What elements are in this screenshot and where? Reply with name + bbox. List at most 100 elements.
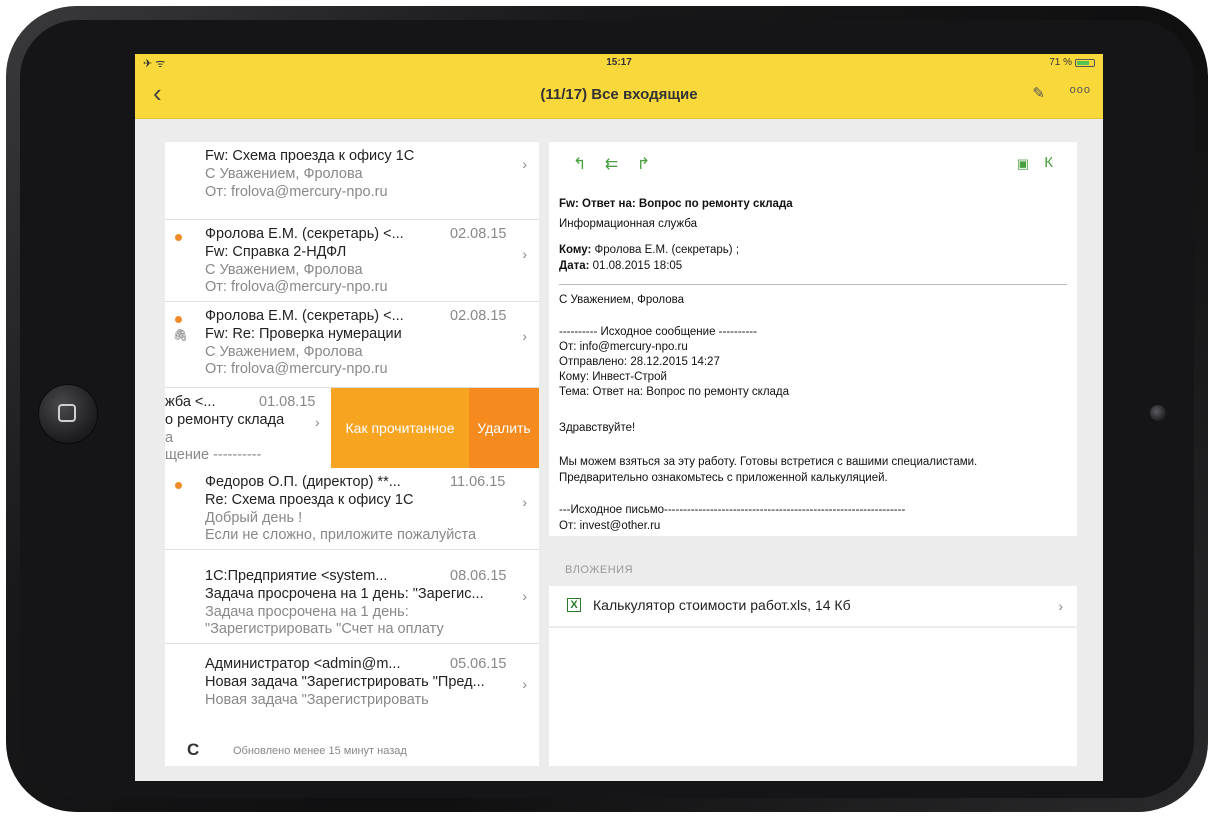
mail-preview: От: frolova@mercury-npo.ru bbox=[205, 361, 388, 377]
folder-icon[interactable]: ▣ bbox=[1017, 156, 1029, 172]
message-body-line: ---------- Исходное сообщение ---------- bbox=[559, 326, 757, 338]
mail-item-swiped[interactable]: жба <... 01.08.15 о ремонту склада а щен… bbox=[165, 388, 539, 469]
mail-item-6[interactable]: 1С:Предприятие <system... 08.06.15 Задач… bbox=[165, 562, 539, 644]
mail-subject: Новая задача "Зарегистрировать "Пред... bbox=[205, 674, 485, 690]
mail-preview: С Уважением, Фролова bbox=[205, 262, 363, 278]
k-icon[interactable]: К bbox=[1044, 154, 1053, 171]
forward-icon[interactable]: ↱ bbox=[637, 156, 650, 173]
mail-preview: С Уважением, Фролова bbox=[205, 344, 363, 360]
message-body-line: ---Исходное письмо----------------------… bbox=[559, 504, 906, 516]
nav-bar: ‹ (11/17) Все входящие ✎ ooo bbox=[135, 72, 1103, 119]
date-value: 01.08.2015 18:05 bbox=[592, 260, 683, 272]
mail-from: Фролова Е.М. (секретарь) <... bbox=[205, 226, 404, 242]
to-label: Кому: bbox=[559, 244, 592, 256]
mail-from: Фролова Е.М. (секретарь) <... bbox=[205, 308, 404, 324]
unread-dot-icon bbox=[175, 482, 182, 489]
delete-button[interactable]: Удалить bbox=[469, 388, 539, 468]
refresh-status: Обновлено менее 15 минут назад bbox=[233, 745, 407, 757]
refresh-icon[interactable]: C bbox=[187, 740, 199, 760]
message-to: Кому: Фролова Е.М. (секретарь) ; bbox=[559, 244, 739, 256]
chevron-right-icon: › bbox=[522, 156, 527, 172]
reply-icon[interactable]: ↰ bbox=[573, 156, 586, 173]
message-body-line: Здравствуйте! bbox=[559, 422, 636, 434]
mail-item-7[interactable]: Администратор <admin@m... 05.06.15 Новая… bbox=[165, 650, 539, 732]
message-body-line: От: invest@other.ru bbox=[559, 520, 661, 532]
mark-read-button[interactable]: Как прочитанное bbox=[331, 388, 469, 468]
reply-all-icon[interactable]: ⇇ bbox=[605, 156, 618, 173]
mail-date: 02.08.15 bbox=[450, 226, 507, 242]
message-body-line: Кому: Инвест-Строй bbox=[559, 371, 667, 383]
mail-date: 08.06.15 bbox=[450, 568, 507, 584]
unread-dot-icon bbox=[175, 234, 182, 241]
mail-preview: От: frolova@mercury-npo.ru bbox=[205, 279, 388, 295]
message-body-line: Мы можем взяться за эту работу. Готовы в… bbox=[559, 456, 978, 468]
excel-file-icon: X bbox=[567, 598, 581, 612]
battery-icon bbox=[1075, 58, 1095, 67]
mail-list: Fw: Схема проезда к офису 1С С Уважением… bbox=[165, 142, 539, 766]
mail-subject: Задача просрочена на 1 день: "Зарегис... bbox=[205, 586, 484, 602]
status-bar: ✈ ᯤ 15:17 71 % bbox=[135, 54, 1103, 72]
mail-preview: а bbox=[165, 430, 174, 446]
battery-percent: 71 % bbox=[1049, 57, 1072, 68]
mail-date: 01.08.15 bbox=[259, 394, 316, 410]
mail-preview: Добрый день ! bbox=[205, 510, 303, 526]
mail-date: 02.08.15 bbox=[450, 308, 507, 324]
mail-preview: "Зарегистрировать "Счет на оплату bbox=[205, 621, 444, 637]
mail-item-5[interactable]: Федоров О.П. (директор) **... 11.06.15 R… bbox=[165, 468, 539, 550]
mail-preview: От: frolova@mercury-npo.ru bbox=[205, 184, 388, 200]
message-sender: Информационная служба bbox=[559, 218, 697, 230]
chevron-right-icon: › bbox=[522, 676, 527, 692]
mail-preview: щение ---------- bbox=[165, 447, 262, 463]
mail-date: 11.06.15 bbox=[450, 474, 506, 490]
attachment-item[interactable]: X Калькулятор стоимости работ.xls, 14 Кб… bbox=[549, 586, 1077, 626]
home-square-icon bbox=[58, 404, 76, 422]
message-date: Дата: 01.08.2015 18:05 bbox=[559, 260, 682, 272]
chevron-right-icon: › bbox=[1058, 598, 1063, 614]
more-icon[interactable]: ooo bbox=[1070, 84, 1091, 96]
divider bbox=[559, 284, 1067, 285]
mail-from: 1С:Предприятие <system... bbox=[205, 568, 388, 584]
mail-item-2[interactable]: Фролова Е.М. (секретарь) <... 02.08.15 F… bbox=[165, 220, 539, 302]
refresh-bar: C Обновлено менее 15 минут назад bbox=[165, 738, 539, 766]
to-value: Фролова Е.М. (секретарь) ; bbox=[594, 244, 740, 256]
mail-subject: Fw: Схема проезда к офису 1С bbox=[205, 148, 415, 164]
battery-status: 71 % bbox=[1049, 57, 1095, 68]
mail-preview: Задача просрочена на 1 день: bbox=[205, 604, 409, 620]
mail-subject: Fw: Re: Проверка нумерации bbox=[205, 326, 402, 342]
mail-from: жба <... bbox=[165, 394, 216, 410]
mail-preview: Если не сложно, приложите пожалуйста bbox=[205, 527, 477, 543]
message-body-line: Предварительно ознакомьтесь с приложенно… bbox=[559, 472, 888, 484]
mail-subject: Re: Схема проезда к офису 1С bbox=[205, 492, 414, 508]
chevron-right-icon: › bbox=[522, 328, 527, 344]
message-body-line: С Уважением, Фролова bbox=[559, 294, 684, 306]
page-title: (11/17) Все входящие bbox=[540, 86, 698, 103]
attachment-name: Калькулятор стоимости работ.xls, 14 Кб bbox=[593, 597, 851, 613]
mail-item-3[interactable]: 🖇 Фролова Е.М. (секретарь) <... 02.08.15… bbox=[165, 302, 539, 388]
mail-preview: С Уважением, Фролова bbox=[205, 166, 363, 182]
message-subject: Fw: Ответ на: Вопрос по ремонту склада bbox=[559, 198, 793, 210]
mail-preview: Новая задача "Зарегистрировать bbox=[205, 692, 429, 708]
attachment-clip-icon: 🖇 bbox=[173, 328, 189, 342]
mail-date: 05.06.15 bbox=[450, 656, 507, 672]
empty-area bbox=[549, 628, 1077, 766]
attachments-label: ВЛОЖЕНИЯ bbox=[565, 564, 634, 576]
unread-dot-icon bbox=[175, 316, 182, 323]
camera bbox=[1150, 405, 1166, 421]
chevron-right-icon: › bbox=[522, 494, 527, 510]
message-view: ↰ ⇇ ↱ ▣ К Fw: Ответ на: Вопрос по ремонт… bbox=[549, 142, 1077, 536]
mail-from: Администратор <admin@m... bbox=[205, 656, 401, 672]
chevron-right-icon: › bbox=[315, 414, 320, 430]
chevron-right-icon: › bbox=[522, 246, 527, 262]
edit-icon[interactable]: ✎ bbox=[1032, 84, 1045, 102]
status-time: 15:17 bbox=[606, 57, 632, 68]
message-body-line: Отправлено: 28.12.2015 14:27 bbox=[559, 356, 720, 368]
home-button[interactable] bbox=[38, 384, 98, 444]
mail-subject: о ремонту склада bbox=[165, 412, 285, 428]
mail-from: Федоров О.П. (директор) **... bbox=[205, 474, 401, 490]
message-body-line: От: info@mercury-npo.ru bbox=[559, 341, 688, 353]
chevron-right-icon: › bbox=[522, 588, 527, 604]
mail-item-1[interactable]: Fw: Схема проезда к офису 1С С Уважением… bbox=[165, 142, 539, 220]
mail-subject: Fw: Справка 2-НДФЛ bbox=[205, 244, 347, 260]
message-body-line: Тема: Ответ на: Вопрос по ремонту склада bbox=[559, 386, 790, 398]
message-actions: ↰ ⇇ ↱ bbox=[573, 154, 664, 174]
